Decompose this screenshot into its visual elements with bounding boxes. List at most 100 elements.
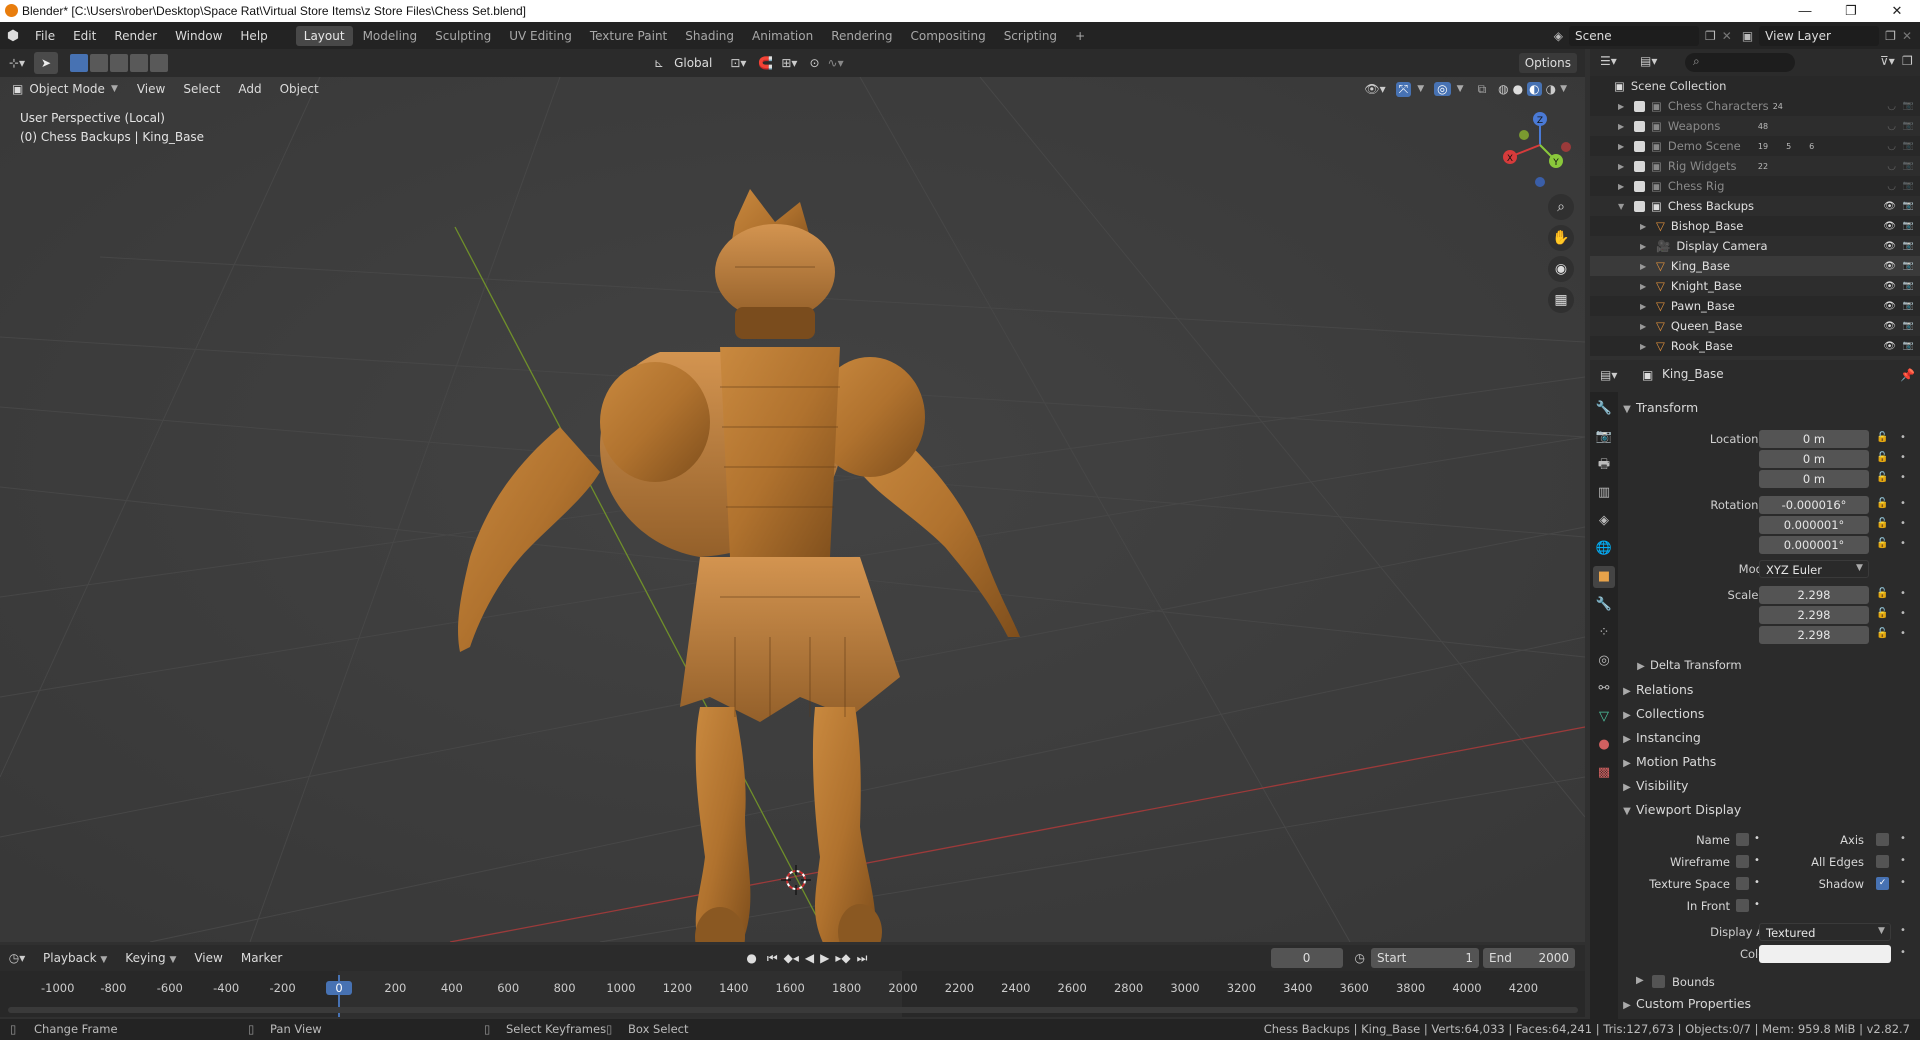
timeline-area[interactable]: -1000 -800 -600 -400 -200 0 200 400 600 800 1000 12…	[0, 971, 1585, 1017]
current-frame-field[interactable]: 0	[1270, 948, 1343, 968]
snap-icon[interactable]: 🧲	[758, 56, 773, 70]
location-z-field[interactable]: 0 m	[1759, 470, 1869, 488]
add-workspace-icon[interactable]: +	[1067, 26, 1093, 46]
instancing-panel-header[interactable]: ▶ Instancing	[1618, 730, 1920, 752]
viewport-menu-add[interactable]: Add	[229, 82, 270, 96]
scene-collection-row[interactable]: ▣ Scene Collection	[1590, 76, 1920, 96]
lock-icon[interactable]: 🔓	[1876, 608, 1888, 619]
rotation-z-field[interactable]: 0.000001°	[1759, 536, 1869, 554]
visibility-eye-icon[interactable]: ◡	[1887, 161, 1896, 172]
render-camera-icon[interactable]: 📷	[1903, 161, 1914, 171]
outliner-row[interactable]: ▶ ▣ Demo Scene 19 5 6 ◡ 📷	[1590, 136, 1920, 156]
scene-tab-icon[interactable]: ◈	[1593, 510, 1615, 532]
expand-arrow-icon[interactable]: ▶	[1640, 342, 1656, 351]
minimize-button[interactable]: —	[1782, 0, 1828, 22]
expand-arrow-icon[interactable]: ▶	[1618, 142, 1634, 151]
visibility-eye-icon[interactable]: ◡	[1887, 101, 1896, 112]
prev-keyframe-icon[interactable]: ◆◂	[784, 951, 799, 965]
viewport-menu-select[interactable]: Select	[174, 82, 229, 96]
view-layer-tab-icon[interactable]: ▥	[1593, 482, 1615, 504]
keyframe-dot-icon[interactable]: •	[1754, 899, 1760, 910]
menu-file[interactable]: File	[26, 29, 64, 43]
transform-panel-header[interactable]: ▼ Transform	[1618, 400, 1920, 422]
next-keyframe-icon[interactable]: ▸◆	[835, 951, 850, 965]
outliner-row[interactable]: ▶ ▣ Chess Characters 24 ◡ 📷	[1590, 96, 1920, 116]
select-mode-intersect-icon[interactable]	[150, 54, 168, 72]
tab-layout[interactable]: Layout	[295, 25, 353, 46]
perspective-toggle-icon[interactable]: ▦	[1548, 287, 1574, 313]
maximize-button[interactable]: ❐	[1828, 0, 1874, 22]
outliner-row[interactable]: ▶ ▽ Rook_Base 👁 📷	[1590, 336, 1920, 356]
expand-arrow-icon[interactable]: ▶	[1640, 262, 1656, 271]
outliner-row[interactable]: ▶ ▽ King_Base 👁 📷	[1590, 256, 1920, 276]
exclude-checkbox[interactable]	[1634, 180, 1645, 192]
tab-rendering[interactable]: Rendering	[823, 26, 900, 46]
shading-solid-icon[interactable]: ●	[1513, 82, 1523, 96]
render-camera-icon[interactable]: 📷	[1903, 321, 1914, 331]
lock-icon[interactable]: 🔓	[1876, 472, 1888, 483]
keyframe-dot-icon[interactable]: •	[1754, 855, 1760, 866]
xray-icon[interactable]: ⧉	[1478, 82, 1487, 97]
filter-icon[interactable]: ⊽▾	[1880, 54, 1895, 68]
pan-hand-icon[interactable]: ✋	[1548, 225, 1574, 251]
viewport-display-panel-header[interactable]: ▼ Viewport Display	[1618, 802, 1920, 824]
visibility-eye-icon[interactable]: 👁	[1883, 321, 1896, 332]
lock-icon[interactable]: 🔓	[1876, 498, 1888, 509]
tab-uv-editing[interactable]: UV Editing	[501, 26, 580, 46]
keyframe-dot-icon[interactable]: •	[1900, 432, 1906, 443]
keyframe-dot-icon[interactable]: •	[1900, 608, 1906, 619]
shading-wireframe-icon[interactable]: ◍	[1498, 82, 1508, 96]
vd-bounds-checkbox[interactable]	[1652, 975, 1665, 988]
timeline-menu-marker[interactable]: Marker	[232, 951, 291, 965]
keyframe-dot-icon[interactable]: •	[1900, 518, 1906, 529]
end-frame-field[interactable]: End 2000	[1483, 948, 1575, 968]
menu-window[interactable]: Window	[166, 29, 231, 43]
timeline-menu-playback[interactable]: Playback ▼	[34, 951, 116, 965]
render-camera-icon[interactable]: 📷	[1903, 301, 1914, 311]
keyframe-dot-icon[interactable]: •	[1900, 833, 1906, 844]
jump-start-icon[interactable]: ⏮	[767, 951, 778, 966]
modifier-tab-icon[interactable]: 🔧	[1593, 594, 1615, 616]
render-camera-icon[interactable]: 📷	[1903, 241, 1914, 251]
scene-selector[interactable]: Scene	[1569, 25, 1699, 46]
render-camera-icon[interactable]: 📷	[1903, 121, 1914, 131]
relations-panel-header[interactable]: ▶ Relations	[1618, 682, 1920, 704]
render-camera-icon[interactable]: 📷	[1903, 201, 1914, 211]
collapse-arrow-icon[interactable]: ▼	[1618, 202, 1634, 211]
view-layer-selector[interactable]: View Layer	[1759, 25, 1880, 46]
tab-modeling[interactable]: Modeling	[355, 26, 426, 46]
menu-edit[interactable]: Edit	[64, 29, 105, 43]
texture-tab-icon[interactable]: ▩	[1593, 762, 1615, 784]
timeline-editor-icon[interactable]: ◷▾	[0, 951, 34, 965]
delta-transform-header[interactable]: ▶ Delta Transform	[1618, 658, 1920, 680]
expand-arrow-icon[interactable]: ▶	[1640, 302, 1656, 311]
lock-icon[interactable]: 🔓	[1876, 432, 1888, 443]
lock-icon[interactable]: 🔓	[1876, 588, 1888, 599]
scale-x-field[interactable]: 2.298	[1759, 586, 1869, 604]
visibility-eye-icon[interactable]: 👁	[1883, 201, 1896, 212]
viewport-menu-view[interactable]: View	[128, 82, 174, 96]
world-tab-icon[interactable]: 🌐	[1593, 538, 1615, 560]
proportional-edit-icon[interactable]: ⊙	[809, 56, 819, 70]
visibility-eye-icon[interactable]: ◡	[1887, 121, 1896, 132]
tab-shading[interactable]: Shading	[677, 26, 742, 46]
render-tab-icon[interactable]: 📷	[1593, 426, 1615, 448]
render-camera-icon[interactable]: 📷	[1903, 101, 1914, 111]
scene-icon[interactable]: ◈	[1554, 29, 1563, 43]
menu-help[interactable]: Help	[231, 29, 276, 43]
play-reverse-icon[interactable]: ◀	[805, 951, 814, 965]
outliner-row[interactable]: ▶ ▣ Rig Widgets 22 ◡ 📷	[1590, 156, 1920, 176]
exclude-checkbox[interactable]	[1634, 100, 1645, 112]
keyframe-dot-icon[interactable]: •	[1900, 628, 1906, 639]
visibility-eye-icon[interactable]: ◡	[1887, 141, 1896, 152]
proportional-falloff-icon[interactable]: ∿▾	[828, 56, 844, 70]
outliner-row[interactable]: ▶ ▽ Bishop_Base 👁 📷	[1590, 216, 1920, 236]
timeline-scrollbar[interactable]	[8, 1007, 1578, 1013]
outliner-row[interactable]: ▼ ▣ Chess Backups 👁 📷	[1590, 196, 1920, 216]
start-frame-field[interactable]: Start 1	[1371, 948, 1479, 968]
output-tab-icon[interactable]: 🖶	[1593, 454, 1615, 476]
keyframe-dot-icon[interactable]: •	[1900, 855, 1906, 866]
vd-texture-space-checkbox[interactable]	[1736, 877, 1749, 890]
properties-editor-icon[interactable]: ▤▾	[1600, 368, 1617, 382]
tab-scripting[interactable]: Scripting	[996, 26, 1065, 46]
